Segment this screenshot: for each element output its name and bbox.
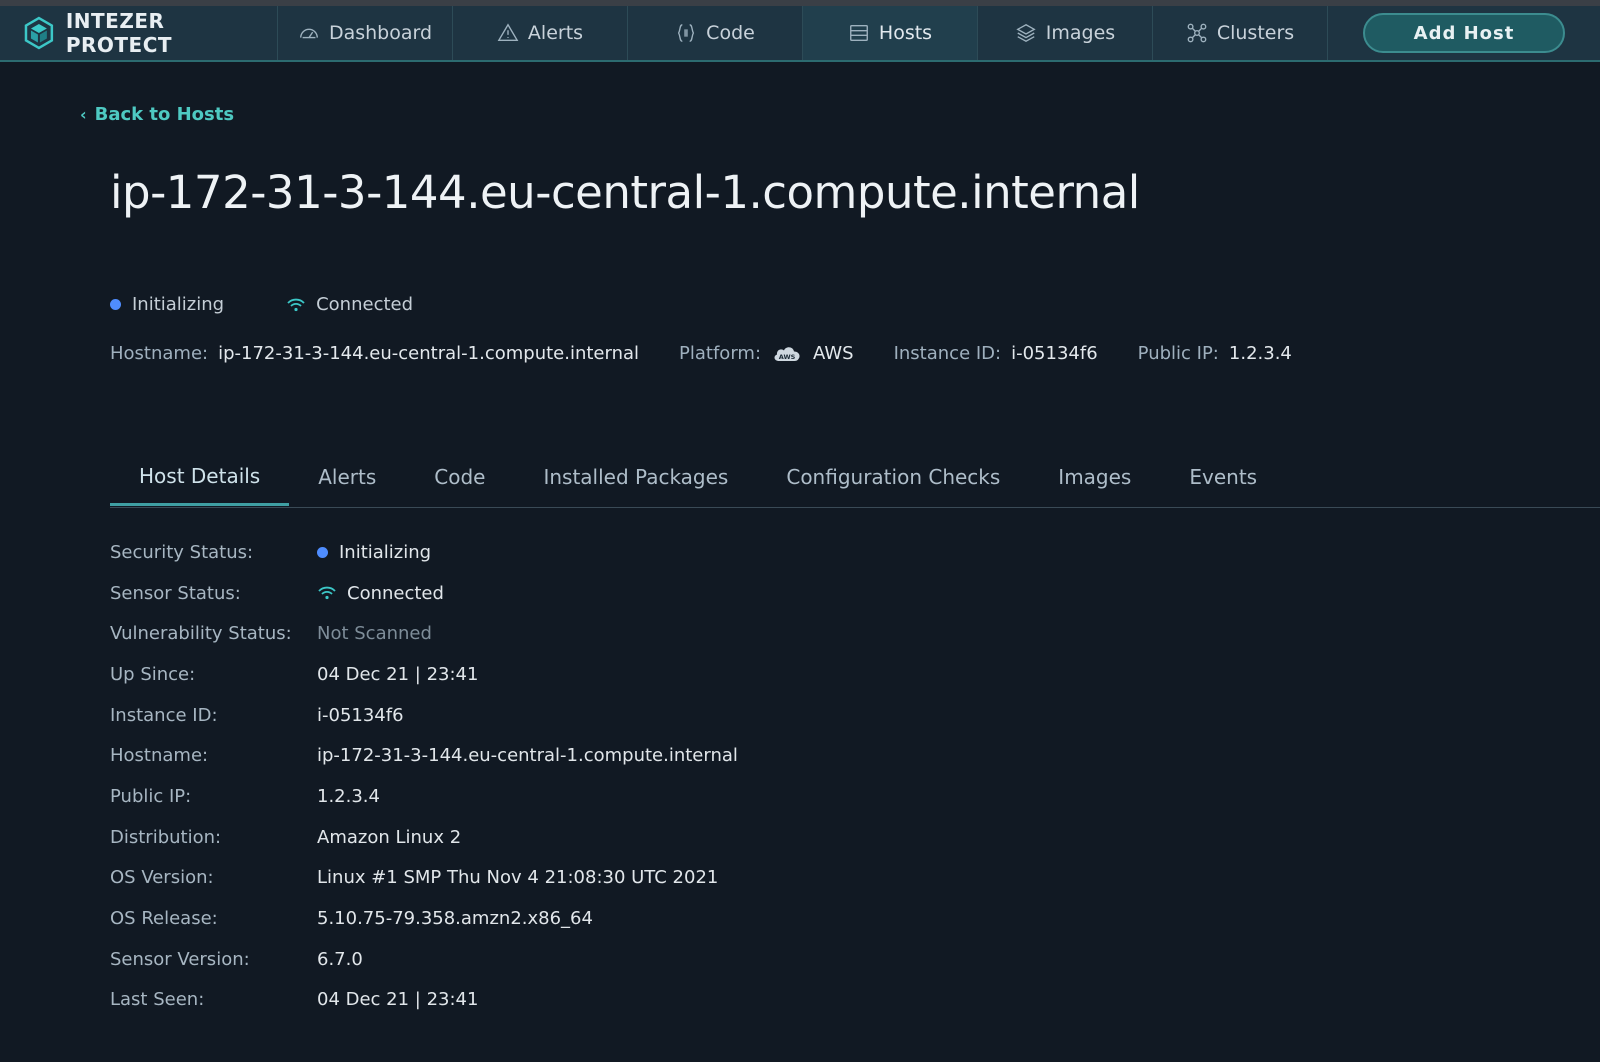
add-host-button[interactable]: Add Host <box>1363 13 1565 53</box>
detail-label: Vulnerability Status: <box>110 623 292 645</box>
wifi-icon <box>287 298 305 311</box>
top-navbar: INTEZER PROTECT Dashboard Alerts Code Ho… <box>0 6 1600 62</box>
detail-label: Sensor Status: <box>110 582 241 604</box>
svg-text:AWS: AWS <box>779 353 796 361</box>
wifi-icon <box>318 586 336 600</box>
meta-ip-value: 1.2.3.4 <box>1228 342 1292 364</box>
meta-hostname-label: Hostname: <box>110 342 209 364</box>
detail-os-release: OS Release: 5.10.75-79.358.amzn2.x86_64 <box>110 898 738 939</box>
tab-images[interactable]: Images <box>1029 448 1160 506</box>
detail-value-text: Initializing <box>339 541 432 563</box>
status-dot-icon <box>110 299 121 310</box>
nav-code-label: Code <box>706 22 755 44</box>
detail-instance-id: Instance ID: i-05134f6 <box>110 695 738 736</box>
detail-distribution: Distribution: Amazon Linux 2 <box>110 817 738 858</box>
tab-host-details[interactable]: Host Details <box>110 448 290 506</box>
chevron-left-icon: ‹ <box>80 105 87 124</box>
detail-value: Linux #1 SMP Thu Nov 4 21:08:30 UTC 2021 <box>317 867 719 889</box>
cluster-nodes-icon <box>1187 23 1207 43</box>
status-dot-icon <box>317 546 328 558</box>
intezer-cube-icon <box>24 16 54 50</box>
tab-code[interactable]: Code <box>405 448 514 506</box>
security-status-text: Initializing <box>132 294 225 315</box>
detail-value: Initializing <box>317 542 431 563</box>
detail-label: Distribution: <box>110 826 222 848</box>
detail-value: Connected <box>317 583 444 604</box>
detail-value: 6.7.0 <box>317 948 363 970</box>
detail-label: OS Release: <box>110 908 218 930</box>
detail-value: 1.2.3.4 <box>317 785 380 807</box>
meta-instance-value: i-05134f6 <box>1011 342 1098 364</box>
detail-sensor-version: Sensor Version: 6.7.0 <box>110 939 738 980</box>
detail-value: ip-172-31-3-144.eu-central-1.compute.int… <box>317 745 738 767</box>
meta-ip-label: Public IP: <box>1137 342 1219 364</box>
nav-clusters-label: Clusters <box>1216 22 1295 44</box>
security-status-badge: Initializing <box>110 294 224 315</box>
detail-last-seen: Last Seen: 04 Dec 21 | 23:41 <box>110 980 738 1021</box>
detail-public-ip: Public IP: 1.2.3.4 <box>110 776 738 817</box>
page-title: ip-172-31-3-144.eu-central-1.compute.int… <box>110 166 1140 219</box>
detail-value: 04 Dec 21 | 23:41 <box>317 663 479 685</box>
host-details-list: Security Status: Initializing Sensor Sta… <box>110 532 738 1020</box>
nav-dashboard-label: Dashboard <box>328 22 433 44</box>
detail-value: 04 Dec 21 | 23:41 <box>317 989 479 1011</box>
dashboard-gauge-icon <box>300 28 318 39</box>
server-icon <box>849 24 868 42</box>
detail-security-status: Security Status: Initializing <box>110 532 738 573</box>
host-status-summary: Initializing Connected <box>110 294 475 315</box>
nav-actions: Add Host <box>1328 6 1600 60</box>
nav-alerts-label: Alerts <box>527 22 584 44</box>
meta-platform-label: Platform: <box>679 342 762 364</box>
sensor-status-text: Connected <box>316 294 414 315</box>
detail-value: Not Scanned <box>317 623 432 645</box>
brand-logo[interactable]: INTEZER PROTECT <box>0 6 278 60</box>
detail-label: Public IP: <box>110 785 192 807</box>
detail-label: Up Since: <box>110 663 196 685</box>
host-tabs: Host Details Alerts Code Installed Packa… <box>110 448 1600 508</box>
nav-images-label: Images <box>1045 22 1116 44</box>
meta-instance-label: Instance ID: <box>893 342 1002 364</box>
nav-hosts[interactable]: Hosts <box>803 6 978 60</box>
tab-events[interactable]: Events <box>1160 448 1286 506</box>
detail-value: 5.10.75-79.358.amzn2.x86_64 <box>317 908 593 930</box>
meta-platform-value: AWS <box>813 342 854 364</box>
nav-dashboard[interactable]: Dashboard <box>278 6 453 60</box>
detail-label: Instance ID: <box>110 704 218 726</box>
detail-value: i-05134f6 <box>317 704 404 726</box>
sensor-status-badge: Connected <box>286 294 413 315</box>
nav-code[interactable]: Code <box>628 6 803 60</box>
detail-hostname: Hostname: ip-172-31-3-144.eu-central-1.c… <box>110 735 738 776</box>
code-braces-icon <box>678 24 695 42</box>
nav-clusters[interactable]: Clusters <box>1153 6 1328 60</box>
tab-alerts[interactable]: Alerts <box>289 448 405 506</box>
detail-value-text: Connected <box>347 582 444 604</box>
detail-label: Sensor Version: <box>110 948 250 970</box>
layers-icon <box>1016 23 1036 43</box>
warning-triangle-icon <box>497 23 519 42</box>
detail-label: Hostname: <box>110 745 209 767</box>
brand-name: INTEZER PROTECT <box>65 9 173 57</box>
detail-os-version: OS Version: Linux #1 SMP Thu Nov 4 21:08… <box>110 858 738 899</box>
detail-label: OS Version: <box>110 867 214 889</box>
detail-sensor-status: Sensor Status: Connected <box>110 573 738 614</box>
tab-configuration-checks[interactable]: Configuration Checks <box>757 448 1029 506</box>
detail-value: Amazon Linux 2 <box>317 826 462 848</box>
nav-hosts-label: Hosts <box>878 22 933 44</box>
tab-installed-packages[interactable]: Installed Packages <box>514 448 757 506</box>
detail-label: Last Seen: <box>110 989 205 1011</box>
detail-up-since: Up Since: 04 Dec 21 | 23:41 <box>110 654 738 695</box>
nav-alerts[interactable]: Alerts <box>453 6 628 60</box>
host-meta-row: Hostname: ip-172-31-3-144.eu-central-1.c… <box>110 342 1332 364</box>
detail-label: Security Status: <box>110 541 254 563</box>
meta-hostname-value: ip-172-31-3-144.eu-central-1.compute.int… <box>218 342 640 364</box>
back-link-label: Back to Hosts <box>94 104 235 125</box>
aws-cloud-icon: AWS <box>774 347 800 361</box>
nav-images[interactable]: Images <box>978 6 1153 60</box>
back-to-hosts-link[interactable]: ‹ Back to Hosts <box>80 104 234 125</box>
detail-vulnerability-status: Vulnerability Status: Not Scanned <box>110 613 738 654</box>
